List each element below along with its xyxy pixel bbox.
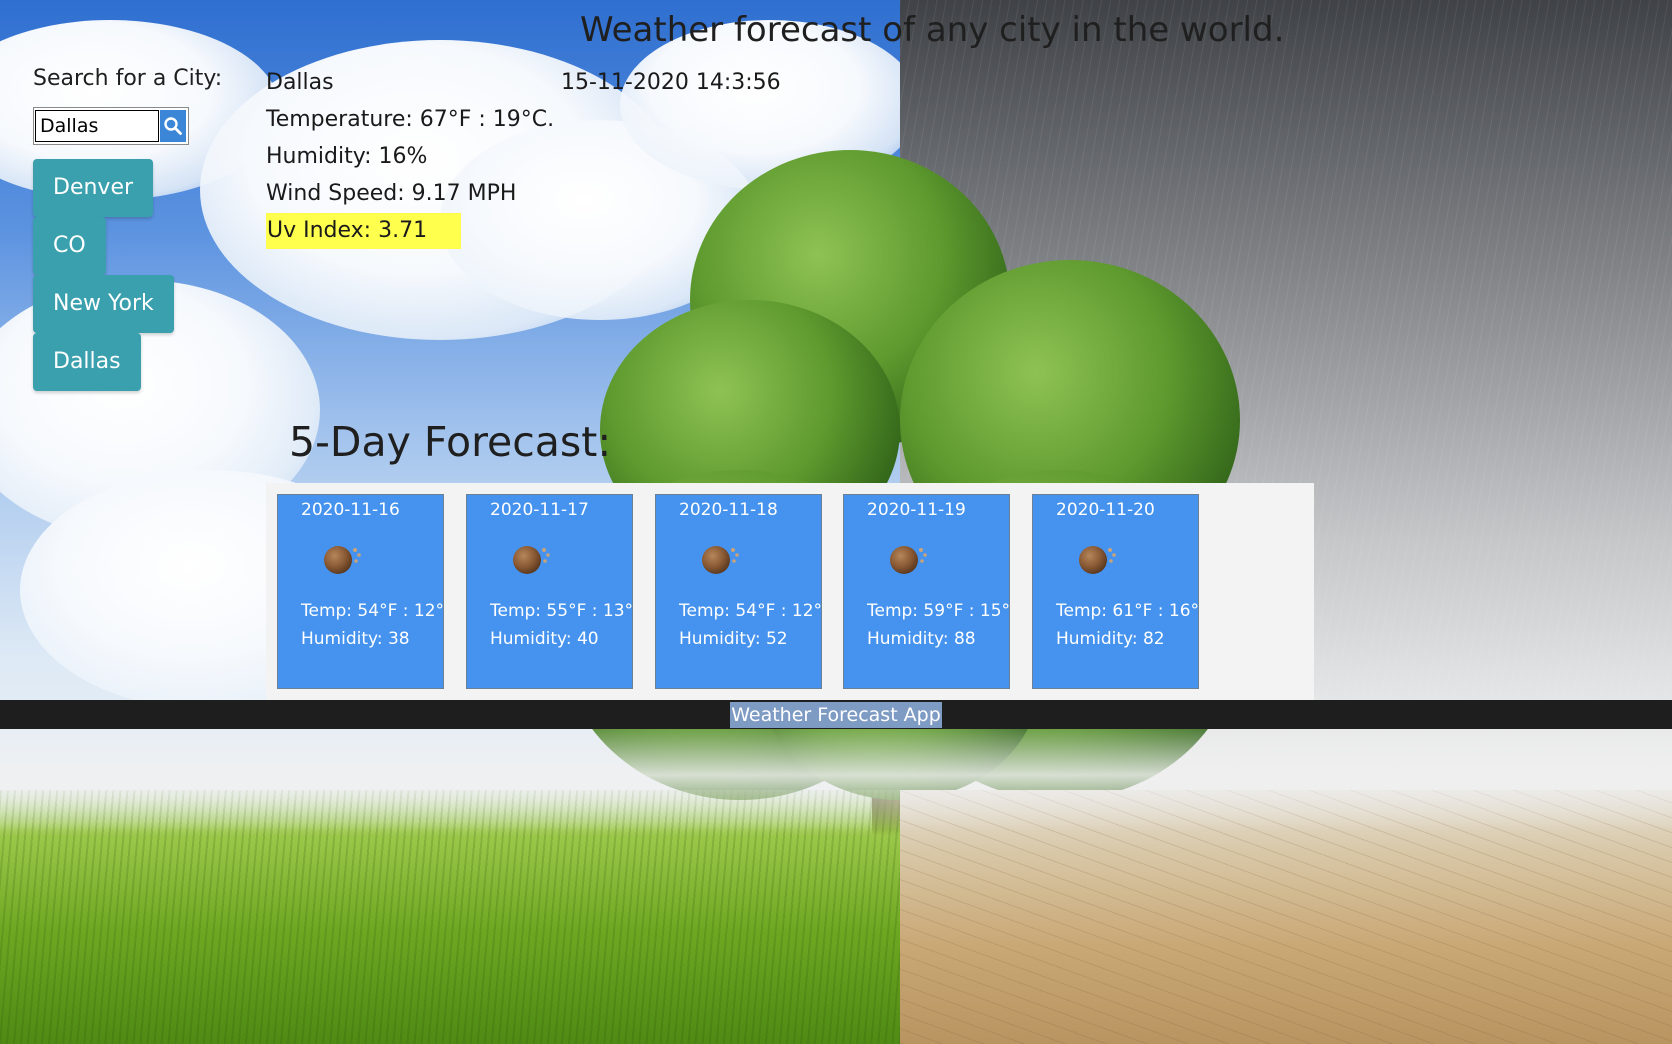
city-history-list: Denver CO New York Dallas <box>33 159 253 391</box>
forecast-date: 2020-11-17 <box>490 500 589 520</box>
forecast-humidity: Humidity: 52 <box>679 629 788 649</box>
current-datetime: 15-11-2020 14:3:56 <box>561 70 781 95</box>
forecast-temp: Temp: 61°F : 16° <box>1056 601 1199 621</box>
search-icon <box>164 117 182 135</box>
footer-text: Weather Forecast App <box>730 702 942 728</box>
city-button-new-york[interactable]: New York <box>33 275 174 333</box>
forecast-date: 2020-11-16 <box>301 500 400 520</box>
weather-icon <box>702 546 739 574</box>
horizon-fog <box>0 720 1672 830</box>
current-humidity: Humidity: 16% <box>266 144 428 169</box>
search-box <box>33 107 189 145</box>
current-weather: Dallas 15-11-2020 14:3:56 Temperature: 67… <box>266 64 781 249</box>
forecast-card: 2020-11-18 Temp: 54°F : 12° Humidity: 52 <box>655 494 822 689</box>
weather-icon <box>890 546 927 574</box>
current-wind-speed: Wind Speed: 9.17 MPH <box>266 181 517 206</box>
weather-icon <box>324 546 361 574</box>
forecast-card: 2020-11-20 Temp: 61°F : 16° Humidity: 82 <box>1032 494 1199 689</box>
footer: Weather Forecast App <box>0 700 1672 729</box>
forecast-temp: Temp: 54°F : 12° <box>301 601 444 621</box>
search-input[interactable] <box>35 110 159 142</box>
search-button[interactable] <box>160 110 186 142</box>
forecast-temp: Temp: 54°F : 12° <box>679 601 822 621</box>
forecast-card: 2020-11-17 Temp: 55°F : 13° Humidity: 40 <box>466 494 633 689</box>
search-sidebar: Search for a City: Denver CO New York Da… <box>33 66 253 391</box>
forecast-date: 2020-11-19 <box>867 500 966 520</box>
forecast-temp: Temp: 55°F : 13° <box>490 601 633 621</box>
forecast-temp: Temp: 59°F : 15° <box>867 601 1010 621</box>
forecast-date: 2020-11-18 <box>679 500 778 520</box>
current-temperature: Temperature: 67°F : 19°C. <box>266 107 555 132</box>
city-button-co[interactable]: CO <box>33 217 106 275</box>
forecast-humidity: Humidity: 38 <box>301 629 410 649</box>
forecast-date: 2020-11-20 <box>1056 500 1155 520</box>
forecast-humidity: Humidity: 40 <box>490 629 599 649</box>
forecast-card: 2020-11-16 Temp: 54°F : 12° Humidity: 38 <box>277 494 444 689</box>
weather-icon <box>1079 546 1116 574</box>
weather-icon <box>513 546 550 574</box>
current-city-name: Dallas <box>266 70 334 95</box>
city-button-denver[interactable]: Denver <box>33 159 154 217</box>
search-label: Search for a City: <box>33 66 223 91</box>
forecast-title: 5-Day Forecast: <box>289 418 612 466</box>
forecast-panel: 2020-11-16 Temp: 54°F : 12° Humidity: 38… <box>266 483 1314 700</box>
forecast-card: 2020-11-19 Temp: 59°F : 15° Humidity: 88 <box>843 494 1010 689</box>
city-button-dallas[interactable]: Dallas <box>33 333 141 391</box>
uv-index-badge: Uv Index: 3.71 <box>266 213 462 249</box>
forecast-humidity: Humidity: 82 <box>1056 629 1165 649</box>
forecast-humidity: Humidity: 88 <box>867 629 976 649</box>
page-title: Weather forecast of any city in the worl… <box>580 10 1285 50</box>
